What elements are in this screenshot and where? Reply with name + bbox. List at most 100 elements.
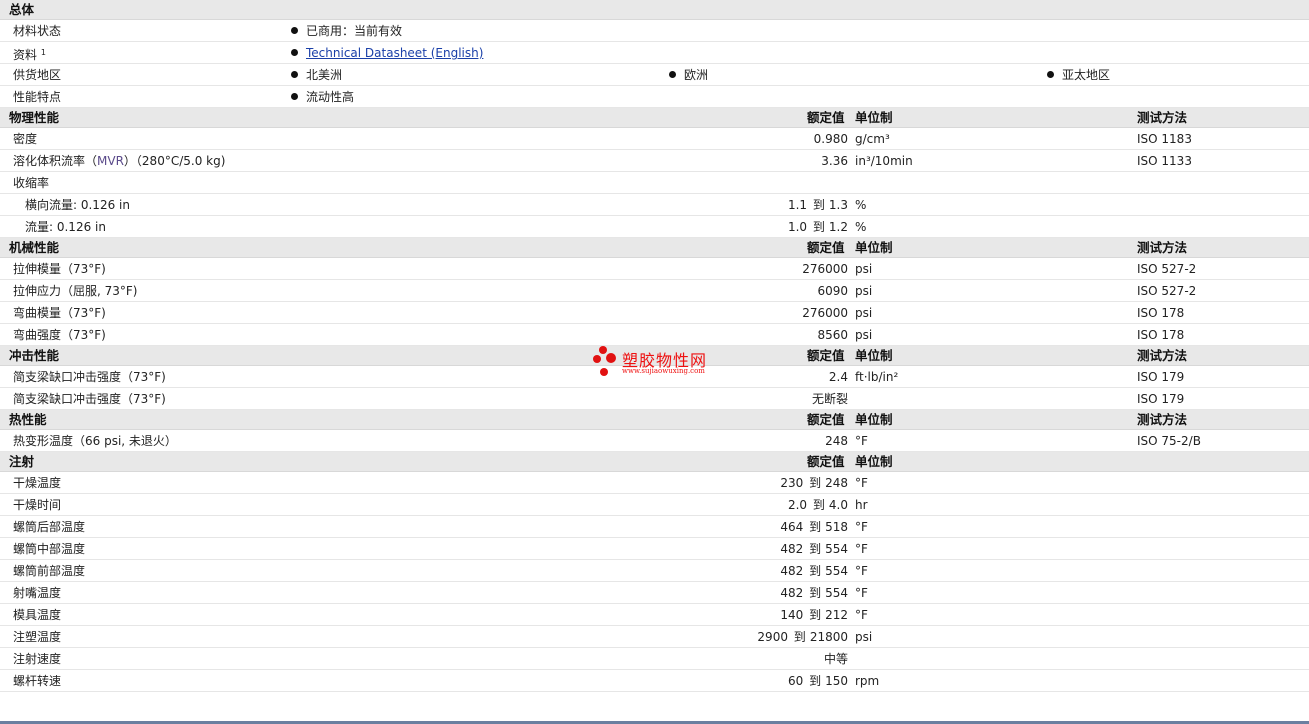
list-item: 流动性高 <box>291 86 354 108</box>
row-unit: °F <box>855 586 868 600</box>
row-method: ISO 527-2 <box>1137 262 1197 276</box>
row-unit: % <box>855 220 867 234</box>
row-method: ISO 527-2 <box>1137 284 1197 298</box>
table-row: 拉伸应力（屈服, 73°F) 6090 psi ISO 527-2 <box>0 280 1309 302</box>
bullet-icon <box>1047 71 1054 78</box>
row-unit: psi <box>855 328 873 342</box>
row-label: 溶化体积流率（MVR）（280°C/5.0 kg) <box>13 154 226 168</box>
row-value: 无断裂 <box>811 392 848 406</box>
row-value: 2.0 到 4.0 <box>787 498 848 512</box>
row-value: 276000 <box>802 306 848 320</box>
row-unit: °F <box>855 542 868 556</box>
table-row: 螺杆转速 60 到 150 rpm <box>0 670 1309 692</box>
row-label: 简支梁缺口冲击强度（73°F) <box>13 370 166 384</box>
row-unit: rpm <box>855 674 880 688</box>
table-row: 干燥温度 230 到 248 °F <box>0 472 1309 494</box>
table-row: 拉伸模量（73°F) 276000 psi ISO 527-2 <box>0 258 1309 280</box>
row-unit: °F <box>855 520 868 534</box>
section-title: 冲击性能 <box>9 348 60 363</box>
row-unit: psi <box>855 306 873 320</box>
row-label: 拉伸模量（73°F) <box>13 262 106 276</box>
row-value: 8560 <box>817 328 848 342</box>
list-item: 北美洲 <box>291 64 342 86</box>
row-unit: psi <box>855 630 873 644</box>
row-label: 螺筒后部温度 <box>13 520 86 534</box>
row-label: 螺杆转速 <box>13 674 62 688</box>
row-label: 注射速度 <box>13 652 62 666</box>
row-value: 6090 <box>817 284 848 298</box>
section-title: 物理性能 <box>9 110 60 125</box>
row-value: 276000 <box>802 262 848 276</box>
row-label: 横向流量: 0.126 in <box>25 198 130 212</box>
row-unit: psi <box>855 262 873 276</box>
row-value: 60 到 150 <box>787 674 848 688</box>
section-thermal-header: 热性能 额定值 单位制 测试方法 <box>0 410 1309 430</box>
row-label: 注塑温度 <box>13 630 62 644</box>
watermark-url: www.sujiaowuxing.com <box>622 367 705 375</box>
table-row: 注塑温度 2900 到 21800 psi <box>0 626 1309 648</box>
row-label: 资料 1 <box>13 48 46 62</box>
row-value: 464 到 518 <box>780 520 848 534</box>
table-row: 射嘴温度 482 到 554 °F <box>0 582 1309 604</box>
section-title: 热性能 <box>9 412 47 427</box>
table-row: 横向流量: 0.126 in 1.1 到 1.3 % <box>0 194 1309 216</box>
injection-rows: 干燥温度 230 到 248 °F 干燥时间 2.0 到 4.0 hr 螺筒后部温度 464 到5… <box>0 472 1309 692</box>
table-row: 流量: 0.126 in 1.0 到 1.2 % <box>0 216 1309 238</box>
row-unit: hr <box>855 498 868 512</box>
header-value: 额定值 <box>807 454 845 469</box>
row-method: ISO 75-2/B <box>1137 434 1201 448</box>
row-value: 482 到 554 <box>780 542 848 556</box>
list-item: Technical Datasheet (English) <box>291 42 483 64</box>
list-item: 亚太地区 <box>1047 64 1110 86</box>
header-value: 额定值 <box>807 412 845 427</box>
row-method: ISO 1183 <box>1137 132 1192 146</box>
row-value: 中等 <box>823 652 848 666</box>
row-value: 0.980 <box>813 132 848 146</box>
section-title: 机械性能 <box>9 240 60 255</box>
table-row: 溶化体积流率（MVR）（280°C/5.0 kg) 3.36 in³/10min… <box>0 150 1309 172</box>
row-label: 干燥温度 <box>13 476 62 490</box>
row-label: 性能特点 <box>13 90 62 104</box>
row-unit: °F <box>855 476 868 490</box>
row-value: 248 <box>825 434 848 448</box>
header-unit: 单位制 <box>855 412 893 427</box>
list-item: 欧洲 <box>669 64 708 86</box>
header-unit: 单位制 <box>855 240 893 255</box>
header-value: 额定值 <box>807 240 845 255</box>
row-method: ISO 179 <box>1137 370 1185 384</box>
bullet-icon <box>291 27 298 34</box>
row-material-status: 材料状态 已商用：当前有效 <box>0 20 1309 42</box>
row-value: 230 到 248 <box>780 476 848 490</box>
row-label: 材料状态 <box>13 24 62 38</box>
row-label: 流量: 0.126 in <box>25 220 106 234</box>
row-value: 3.36 <box>821 154 848 168</box>
table-row: 简支梁缺口冲击强度（73°F) 无断裂 ISO 179 <box>0 388 1309 410</box>
bullet-icon <box>291 49 298 56</box>
bullet-icon <box>291 71 298 78</box>
datasheet-link[interactable]: Technical Datasheet (English) <box>306 46 483 60</box>
row-label: 简支梁缺口冲击强度（73°F) <box>13 392 166 406</box>
table-row: 弯曲强度（73°F) 8560 psi ISO 178 <box>0 324 1309 346</box>
row-availability: 供货地区 北美洲 欧洲 亚太地区 <box>0 64 1309 86</box>
section-mechanical-header: 机械性能 额定值 单位制 测试方法 <box>0 238 1309 258</box>
row-label: 拉伸应力（屈服, 73°F) <box>13 284 138 298</box>
row-unit: ft·lb/in² <box>855 370 899 384</box>
row-label: 干燥时间 <box>13 498 62 512</box>
row-method: ISO 178 <box>1137 306 1185 320</box>
section-general-header: 总体 <box>0 0 1309 20</box>
table-row: 干燥时间 2.0 到 4.0 hr <box>0 494 1309 516</box>
header-method: 测试方法 <box>1137 348 1188 363</box>
row-method: ISO 1133 <box>1137 154 1192 168</box>
section-title: 注射 <box>9 454 35 469</box>
row-label: 收缩率 <box>13 176 50 190</box>
table-row: 螺筒后部温度 464 到 518 °F <box>0 516 1309 538</box>
table-row: 模具温度 140 到 212 °F <box>0 604 1309 626</box>
row-value: 2.4 <box>828 370 848 384</box>
table-row: 螺筒前部温度 482 到 554 °F <box>0 560 1309 582</box>
row-label: 弯曲模量（73°F) <box>13 306 106 320</box>
row-unit: in³/10min <box>855 154 913 168</box>
watermark-dots-icon <box>593 346 616 376</box>
row-unit: °F <box>855 434 868 448</box>
row-unit: °F <box>855 608 868 622</box>
table-row: 弯曲模量（73°F) 276000 psi ISO 178 <box>0 302 1309 324</box>
